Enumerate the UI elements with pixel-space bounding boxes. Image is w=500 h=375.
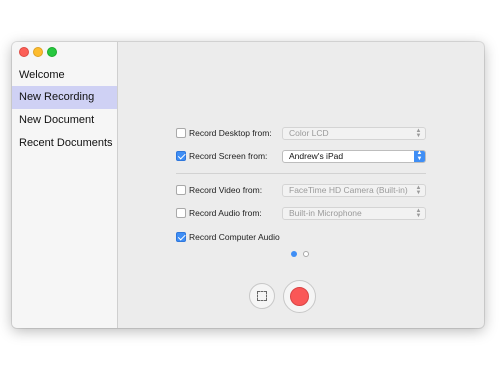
record-video-source-select[interactable]: FaceTime HD Camera (Built-in) ▲ ▼	[282, 184, 426, 197]
sidebar-item-new-document[interactable]: New Document	[12, 109, 117, 132]
record-audio-source-value: Built-in Microphone	[289, 208, 362, 218]
select-area-button[interactable]	[249, 283, 275, 309]
sidebar: Welcome New Recording New Document Recen…	[12, 42, 118, 328]
record-screen-source-value: Andrew's iPad	[289, 151, 344, 161]
page-indicator-dot[interactable]	[303, 251, 309, 257]
minimize-window-icon[interactable]	[33, 47, 43, 57]
updown-chevron-icon: ▲ ▼	[415, 128, 422, 139]
app-window: Welcome New Recording New Document Recen…	[12, 42, 484, 328]
zoom-window-icon[interactable]	[47, 47, 57, 57]
close-window-icon[interactable]	[19, 47, 29, 57]
record-audio-checkbox[interactable]	[176, 208, 186, 218]
record-icon	[290, 287, 309, 306]
record-desktop-source-select[interactable]: Color LCD ▲ ▼	[282, 127, 426, 140]
record-desktop-label: Record Desktop from:	[189, 128, 272, 138]
sidebar-item-recent-documents[interactable]: Recent Documents	[12, 132, 117, 155]
dashed-selection-icon	[257, 291, 267, 301]
record-screen-checkbox[interactable]	[176, 151, 186, 161]
record-button[interactable]	[283, 280, 316, 313]
updown-chevron-icon: ▲ ▼	[415, 185, 422, 196]
record-screen-label: Record Screen from:	[189, 151, 268, 161]
record-screen-source-select[interactable]: Andrew's iPad ▲ ▼	[282, 150, 426, 163]
record-video-source-value: FaceTime HD Camera (Built-in)	[289, 185, 408, 195]
page-indicator-dot-active[interactable]	[291, 251, 297, 257]
record-computer-audio-label: Record Computer Audio	[189, 232, 280, 242]
record-desktop-source-value: Color LCD	[289, 128, 329, 138]
record-computer-audio-checkbox[interactable]	[176, 232, 186, 242]
record-audio-source-select[interactable]: Built-in Microphone ▲ ▼	[282, 207, 426, 220]
record-desktop-checkbox[interactable]	[176, 128, 186, 138]
sidebar-item-new-recording[interactable]: New Recording	[12, 86, 117, 109]
sidebar-item-welcome[interactable]: Welcome	[12, 64, 117, 87]
updown-chevron-icon: ▲ ▼	[415, 208, 422, 219]
record-video-checkbox[interactable]	[176, 185, 186, 195]
record-video-label: Record Video from:	[189, 185, 263, 195]
record-audio-label: Record Audio from:	[189, 208, 262, 218]
updown-chevron-icon: ▲ ▼	[414, 150, 425, 162]
section-divider	[176, 173, 426, 174]
